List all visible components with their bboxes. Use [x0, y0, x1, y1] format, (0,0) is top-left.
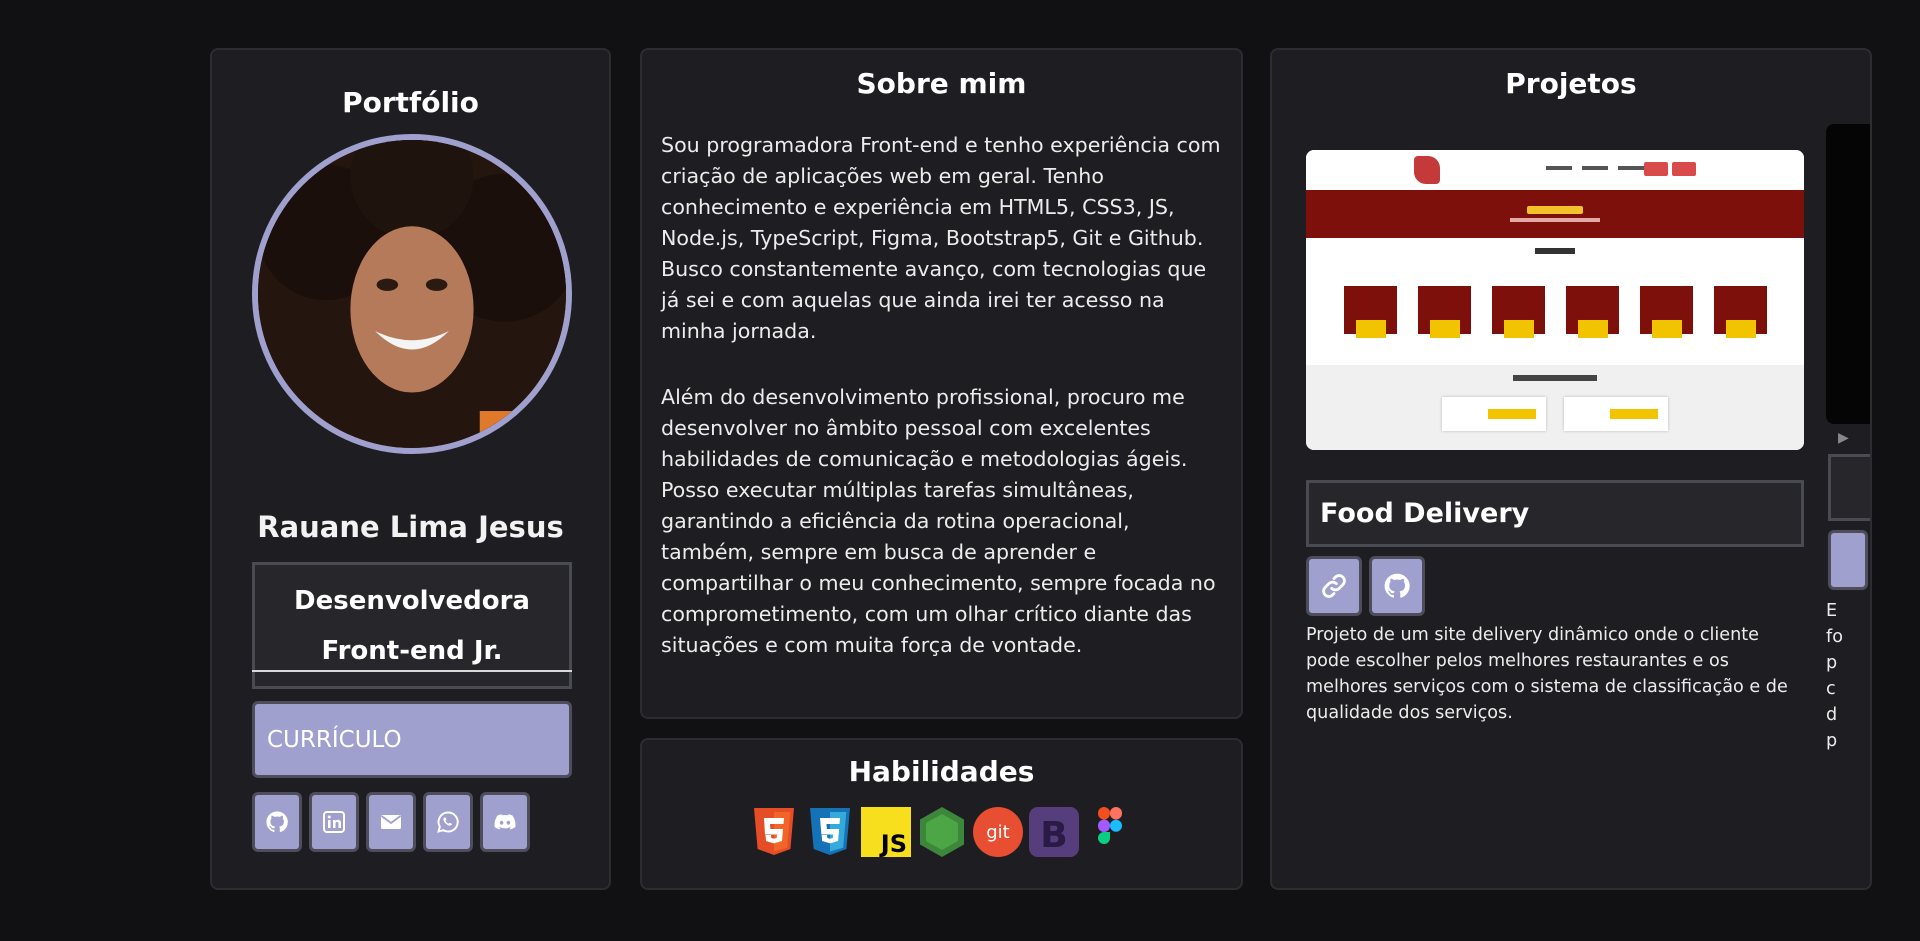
svg-text:B: B — [1040, 815, 1067, 856]
project-github-link[interactable] — [1369, 556, 1425, 616]
next-project-description: E fo p c d p — [1826, 601, 1843, 751]
screenshot-logo — [1414, 156, 1440, 184]
git-icon: git — [973, 806, 1023, 858]
github-icon — [266, 811, 288, 833]
svg-text:git: git — [986, 822, 1009, 843]
project-name: Food Delivery — [1306, 480, 1804, 547]
screenshot-navbar — [1306, 150, 1804, 190]
next-project-image — [1826, 124, 1870, 424]
next-project-link[interactable] — [1828, 530, 1868, 590]
projects-card: Projetos Food Delivery Projeto de um sit… — [1270, 48, 1872, 890]
discord-link[interactable] — [480, 792, 530, 852]
bootstrap-icon: B — [1029, 806, 1079, 858]
screenshot-categories — [1306, 286, 1804, 338]
screenshot-popular — [1306, 365, 1804, 450]
screenshot-hero — [1306, 190, 1804, 238]
linkedin-link[interactable] — [309, 792, 359, 852]
projects-title: Projetos — [1505, 67, 1637, 100]
javascript-icon: JS — [861, 806, 911, 858]
curriculum-button[interactable]: CURRÍCULO — [252, 701, 572, 778]
github-icon — [1384, 573, 1410, 598]
skills-title: Habilidades — [848, 755, 1035, 788]
nodejs-icon — [917, 806, 967, 858]
svg-text:JS: JS — [879, 830, 907, 858]
next-project-name — [1828, 454, 1870, 521]
linkedin-icon — [323, 811, 345, 833]
screenshot-links — [1546, 166, 1644, 170]
css3-icon — [805, 806, 855, 858]
avatar — [252, 134, 572, 454]
figma-icon — [1085, 806, 1135, 858]
screenshot-categories-heading — [1535, 248, 1575, 254]
whatsapp-icon — [437, 811, 459, 833]
skills-card: Habilidades JS git B — [640, 738, 1243, 890]
project-demo-link[interactable] — [1306, 556, 1362, 616]
role-line-2: Front-end Jr. — [321, 635, 503, 666]
skills-icons: JS git B — [749, 806, 1135, 858]
project-links — [1306, 556, 1425, 616]
divider — [252, 670, 572, 672]
email-link[interactable] — [366, 792, 416, 852]
link-icon — [1322, 574, 1346, 598]
email-icon — [380, 815, 402, 829]
project-screenshot — [1306, 150, 1804, 450]
screenshot-buttons — [1644, 162, 1696, 176]
about-title: Sobre mim — [856, 67, 1027, 100]
html5-icon — [749, 806, 799, 858]
portfolio-title: Portfólio — [342, 86, 479, 119]
about-card: Sobre mim Sou programadora Front-end e t… — [640, 48, 1243, 719]
social-links — [252, 792, 530, 852]
discord-icon — [494, 814, 516, 830]
about-paragraph-2: Além do desenvolvimento profissional, pr… — [661, 385, 1216, 657]
role-line-1: Desenvolvedora — [294, 585, 530, 616]
next-arrow-icon[interactable]: ▶ — [1838, 430, 1849, 446]
whatsapp-link[interactable] — [423, 792, 473, 852]
profile-card: Portfólio Rauane Lima Jesus Desenvolvedo… — [210, 48, 611, 890]
about-paragraph-1: Sou programadora Front-end e tenho exper… — [661, 133, 1221, 343]
github-link[interactable] — [252, 792, 302, 852]
about-text: Sou programadora Front-end e tenho exper… — [661, 130, 1226, 661]
project-description: Projeto de um site delivery dinâmico ond… — [1306, 625, 1788, 723]
profile-name: Rauane Lima Jesus — [257, 510, 564, 544]
